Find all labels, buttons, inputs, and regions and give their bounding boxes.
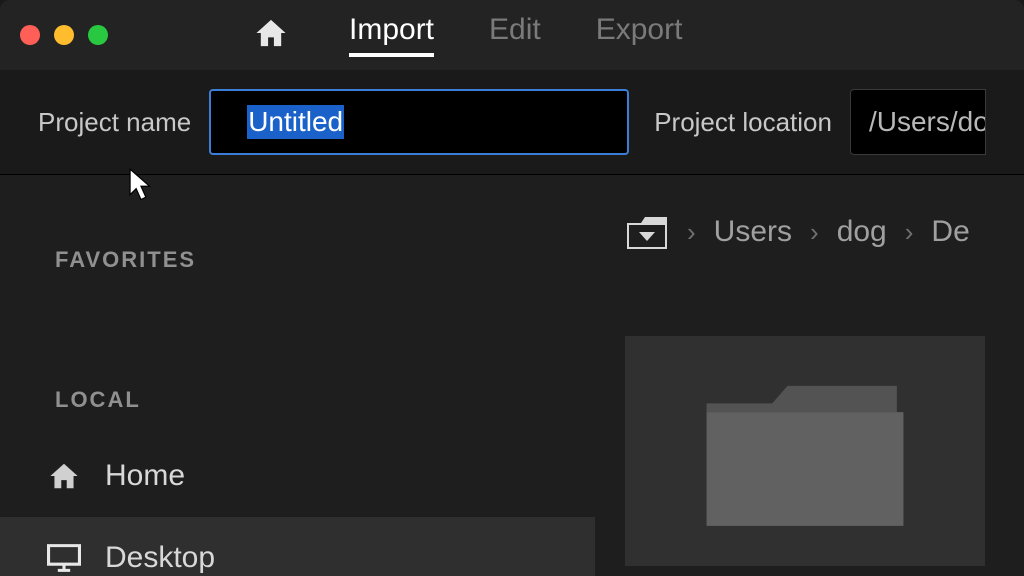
minimize-window-button[interactable]	[54, 25, 74, 45]
project-name-input[interactable]: Untitled	[209, 89, 629, 155]
body: FAVORITES LOCAL Home Desktop	[0, 175, 1024, 576]
home-icon	[45, 457, 83, 495]
breadcrumb-segment[interactable]: Users	[714, 215, 792, 249]
project-location-value: /Users/dog/De	[869, 106, 986, 138]
close-window-button[interactable]	[20, 25, 40, 45]
tab-edit[interactable]: Edit	[489, 13, 541, 57]
chevron-right-icon: ›	[905, 217, 914, 248]
breadcrumb-segment[interactable]: dog	[837, 215, 887, 249]
monitor-icon	[45, 539, 83, 576]
folder-icon	[695, 364, 915, 539]
titlebar: Import Edit Export	[0, 0, 1024, 70]
project-name-label: Project name	[38, 107, 191, 138]
local-heading: LOCAL	[0, 353, 595, 435]
breadcrumb-segment[interactable]: De	[931, 215, 969, 249]
chevron-right-icon: ›	[687, 217, 696, 248]
sidebar-item-home[interactable]: Home	[0, 435, 595, 517]
favorites-heading: FAVORITES	[0, 207, 595, 353]
sidebar-item-desktop[interactable]: Desktop	[0, 517, 595, 576]
sidebar: FAVORITES LOCAL Home Desktop	[0, 175, 595, 576]
sidebar-item-label: Home	[105, 459, 185, 493]
app-window: Import Edit Export Project name Untitled…	[0, 0, 1024, 576]
folder-thumbnail[interactable]	[625, 336, 985, 566]
main-panel: › Users › dog › De	[595, 175, 1024, 576]
folder-dropdown-icon[interactable]	[625, 213, 669, 251]
maximize-window-button[interactable]	[88, 25, 108, 45]
window-controls	[20, 25, 108, 45]
tab-import[interactable]: Import	[349, 13, 434, 57]
project-location-input[interactable]: /Users/dog/De	[850, 89, 986, 155]
home-icon[interactable]	[253, 17, 289, 54]
sidebar-item-label: Desktop	[105, 541, 215, 575]
project-bar: Project name Untitled Project location /…	[0, 70, 1024, 175]
project-location-label: Project location	[654, 107, 832, 138]
project-name-value: Untitled	[247, 105, 344, 139]
mode-tabs: Import Edit Export	[349, 13, 682, 57]
chevron-right-icon: ›	[810, 217, 819, 248]
breadcrumb: › Users › dog › De	[625, 213, 1024, 251]
tab-export[interactable]: Export	[596, 13, 683, 57]
